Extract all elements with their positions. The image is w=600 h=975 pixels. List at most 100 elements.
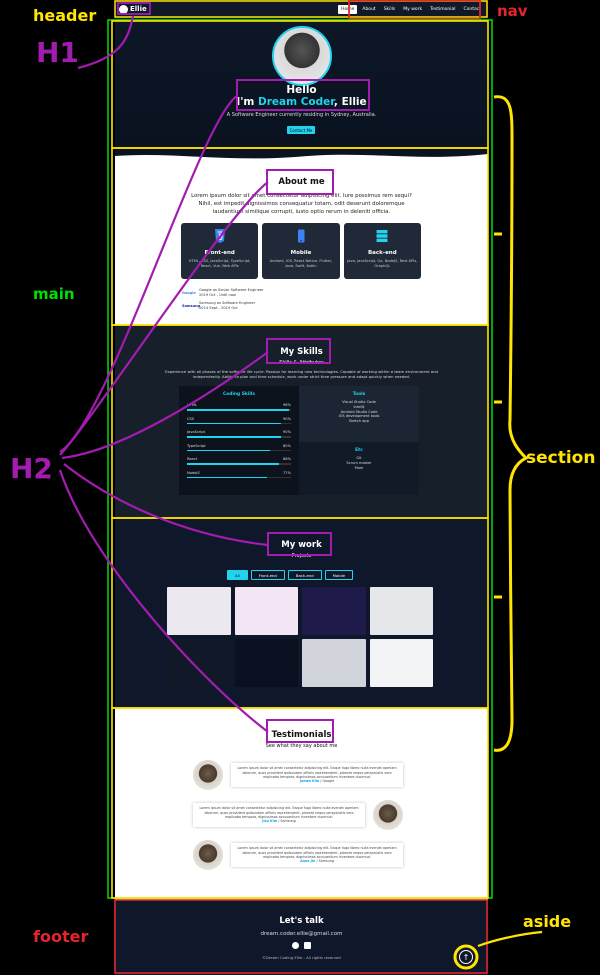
nav-home[interactable]: Home bbox=[338, 4, 358, 14]
label-section: section bbox=[526, 448, 596, 468]
testimonial-text: Lorem ipsum dolor sit amet consectetur a… bbox=[237, 846, 397, 859]
nav-contact[interactable]: Contact bbox=[460, 5, 484, 14]
filter-back-end[interactable]: Back-end bbox=[287, 570, 322, 580]
testimonial-card: Lorem ipsum dolor sit amet consectetur a… bbox=[231, 763, 403, 787]
tool-item: Sketch app bbox=[348, 419, 369, 424]
testimonial-company: Samsung bbox=[280, 819, 296, 824]
testimonial: Lorem ipsum dolor sit amet consectetur a… bbox=[193, 760, 403, 790]
hero-greeting: Hello bbox=[286, 84, 317, 96]
project-thumbnail[interactable] bbox=[167, 587, 231, 635]
project-filters: All Front-end Back-end Mobile bbox=[227, 570, 354, 580]
html5-icon bbox=[214, 229, 225, 243]
skills-subtitle: Skills & Attributes bbox=[279, 360, 324, 366]
skill-percent: 80% bbox=[283, 443, 291, 448]
site-header: Ellie Home About Skills My work Testimon… bbox=[115, 0, 488, 18]
job-item: Google Google as Senior Software Enginee… bbox=[182, 288, 302, 297]
card-desc: HTML, CSS, JavaScript, TypeScript, React… bbox=[188, 259, 251, 268]
nav-about[interactable]: About bbox=[359, 5, 378, 14]
skill-bar-fill bbox=[187, 422, 281, 424]
job-list: Google Google as Senior Software Enginee… bbox=[182, 288, 302, 314]
server-icon bbox=[376, 230, 388, 242]
job-title: Google as Senior Software Engineer bbox=[199, 288, 264, 292]
footer-copyright: ©Dream Coding Ellie - All rights reserve… bbox=[262, 955, 341, 960]
samsung-logo: Samsung bbox=[182, 303, 201, 308]
tools-panel: Tools Visual Studio Code IntelliJ Androi… bbox=[299, 386, 419, 442]
etc-panel: Etc Git Scrum master Mom bbox=[299, 442, 419, 495]
job-title: Samsung as Software Engineer bbox=[199, 301, 256, 305]
testimonial: Lorem ipsum dolor sit amet consectetur a… bbox=[193, 840, 403, 870]
skill-bar-fill bbox=[187, 476, 268, 478]
footer-email[interactable]: dream.coder.ellie@gmail.com bbox=[115, 931, 488, 937]
skills-panel: Coding Skills HTML 98% CSS 90% JavaScript 9… bbox=[179, 386, 419, 495]
project-thumbnail[interactable] bbox=[234, 587, 298, 635]
project-thumbnail[interactable] bbox=[302, 587, 366, 635]
label-nav: nav bbox=[497, 2, 528, 20]
project-thumbnail[interactable] bbox=[167, 639, 231, 687]
skill-percent: 90% bbox=[283, 416, 291, 421]
label-aside: aside bbox=[523, 912, 572, 931]
nav-testimonial[interactable]: Testimonial bbox=[427, 5, 458, 14]
hero-subtitle: A Software Engineer currently residing i… bbox=[226, 112, 377, 118]
about-cards: Front-end HTML, CSS, JavaScript, TypeScr… bbox=[181, 223, 421, 279]
nav-my-work[interactable]: My work bbox=[400, 5, 425, 14]
skill-bar-fill bbox=[187, 436, 281, 438]
project-thumbnail[interactable] bbox=[369, 587, 433, 635]
card-title: Mobile bbox=[290, 250, 312, 256]
testimonial-company: Google bbox=[322, 779, 335, 784]
etc-title: Etc bbox=[355, 448, 363, 453]
label-h1: H1 bbox=[36, 36, 79, 69]
skill-bar-fill bbox=[187, 409, 289, 411]
skills-title: My Skills bbox=[280, 347, 323, 357]
arrow-up-icon[interactable]: ↑ bbox=[459, 950, 473, 964]
skill-row: React 88% bbox=[187, 457, 291, 465]
work-title: My work bbox=[281, 540, 322, 550]
filter-mobile[interactable]: Mobile bbox=[324, 570, 354, 580]
skill-percent: 88% bbox=[283, 457, 291, 461]
skill-name: TypeScript bbox=[187, 443, 206, 448]
testimonial-name: James Kim bbox=[299, 779, 320, 784]
contact-me-button[interactable]: Contact Me bbox=[287, 126, 315, 134]
project-grid bbox=[167, 587, 433, 687]
hero-heading: Hello I'm Dream Coder, Ellie bbox=[115, 84, 488, 108]
skill-row: JavaScript 90% bbox=[187, 430, 291, 438]
hero-section: Hello I'm Dream Coder, Ellie A Software … bbox=[115, 18, 488, 148]
hero-name-highlight: Dream Coder bbox=[258, 96, 334, 108]
testimonial-card: Lorem ipsum dolor sit amet consectetur a… bbox=[231, 843, 403, 867]
skill-percent: 90% bbox=[283, 430, 291, 434]
skill-bar bbox=[187, 463, 291, 465]
testimonials-title: Testimonials bbox=[271, 730, 332, 740]
site-logo[interactable]: Ellie bbox=[119, 4, 147, 14]
project-thumbnail[interactable] bbox=[302, 639, 366, 687]
skill-bar bbox=[187, 476, 291, 478]
card-title: Back-end bbox=[367, 250, 397, 256]
social-links bbox=[115, 942, 488, 949]
testimonials-subtitle: See what they say about me bbox=[265, 743, 338, 749]
testimonial-text: Lorem ipsum dolor sit amet consectetur a… bbox=[199, 806, 359, 819]
card-back-end: Back-end Java, JavaScript, Go, NodeJS, R… bbox=[343, 223, 421, 279]
card-desc: Android, iOS, React Native, Flutter, Jav… bbox=[269, 259, 333, 268]
filter-all[interactable]: All bbox=[227, 570, 248, 580]
github-icon[interactable] bbox=[292, 942, 299, 949]
project-thumbnail[interactable] bbox=[369, 639, 433, 687]
work-section: My work Projects All Front-end Back-end … bbox=[115, 518, 488, 708]
project-thumbnail[interactable] bbox=[234, 639, 298, 687]
footer-title: Let's talk bbox=[279, 916, 324, 926]
skills-description: Experience with all phases of the softwa… bbox=[165, 369, 438, 379]
wave-divider bbox=[115, 148, 488, 159]
skill-name: NodeJS bbox=[187, 470, 200, 475]
skill-percent: 98% bbox=[283, 403, 291, 407]
skill-bar-fill bbox=[187, 449, 271, 451]
testimonial-name: Jisu Kim bbox=[262, 819, 278, 824]
avatar bbox=[193, 840, 223, 870]
linkedin-icon[interactable] bbox=[304, 942, 311, 949]
label-footer: footer bbox=[33, 927, 89, 946]
skill-bar bbox=[187, 422, 291, 424]
about-section: About me Lorem ipsum dolor sit amet cons… bbox=[115, 148, 488, 325]
skill-percent: 77% bbox=[283, 470, 291, 475]
avatar bbox=[272, 26, 332, 86]
card-front-end: Front-end HTML, CSS, JavaScript, TypeScr… bbox=[181, 223, 259, 279]
mobile-icon bbox=[297, 229, 305, 243]
filter-front-end[interactable]: Front-end bbox=[250, 570, 285, 580]
logo-text: Ellie bbox=[130, 5, 147, 13]
nav-skills[interactable]: Skills bbox=[381, 5, 399, 14]
